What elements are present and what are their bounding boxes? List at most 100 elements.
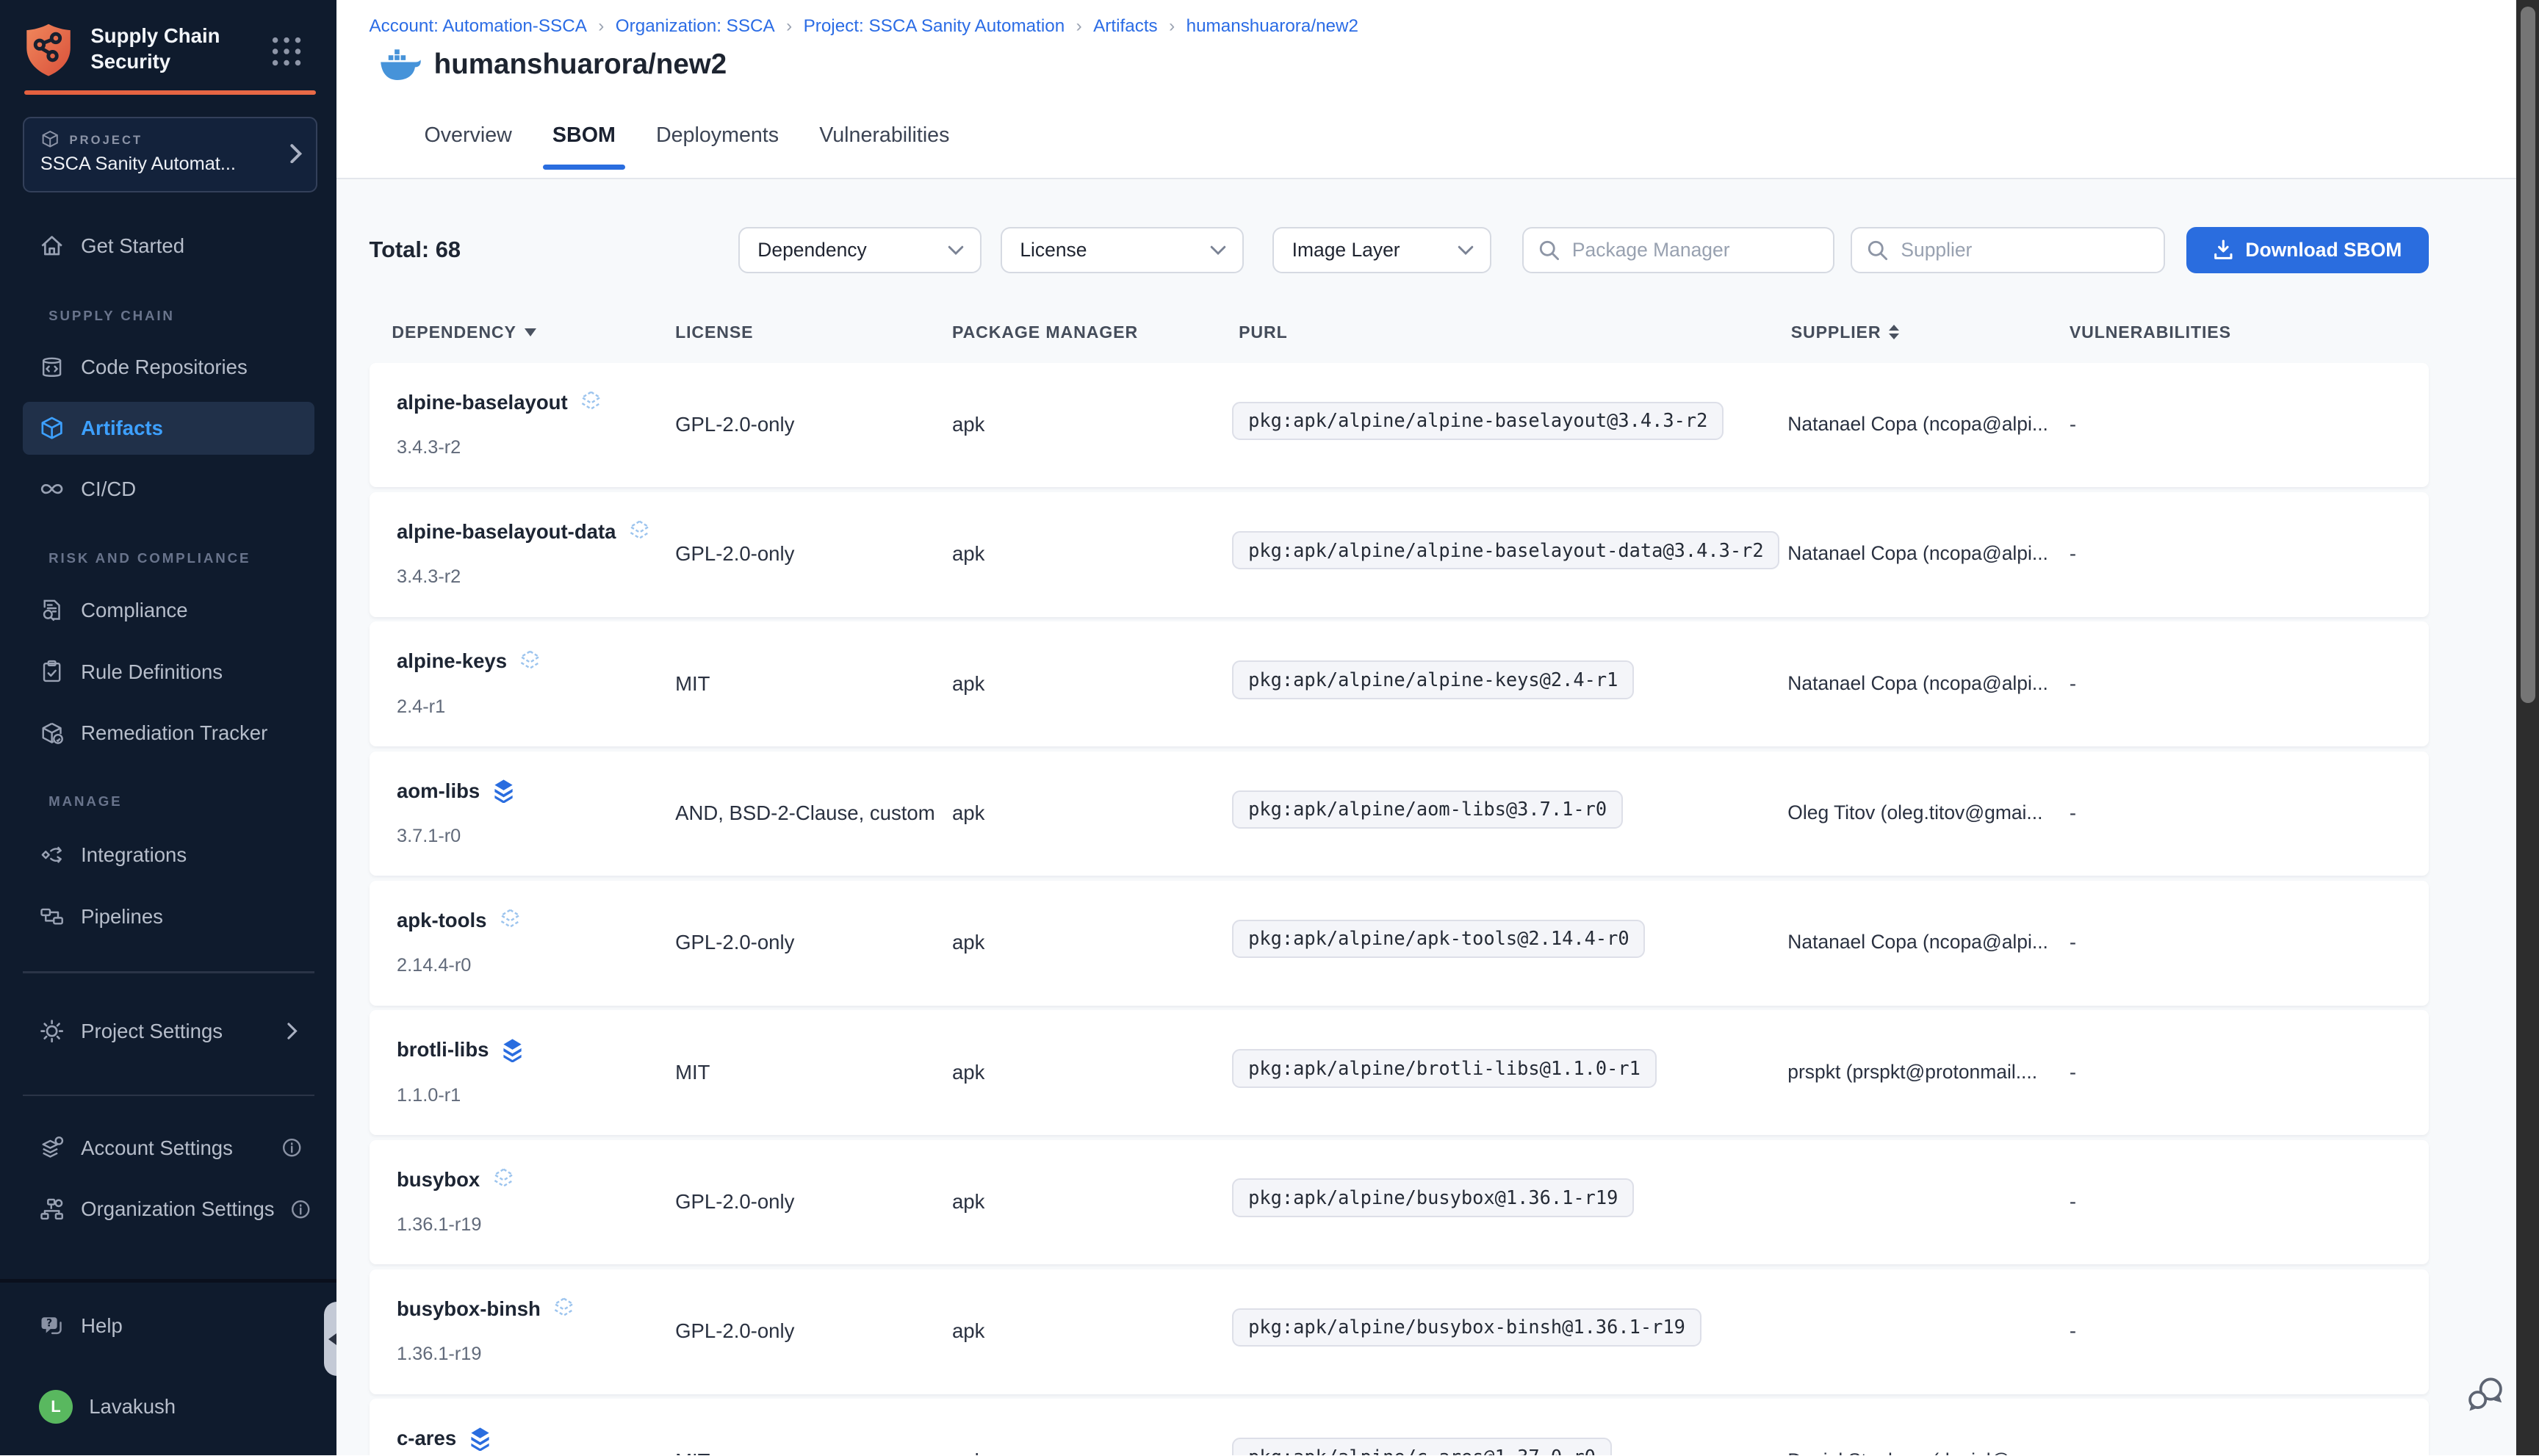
purl-chip[interactable]: pkg:apk/alpine/alpine-keys@2.4-r1 — [1232, 660, 1634, 699]
dependency-name: alpine-keys — [397, 649, 543, 674]
purl-chip[interactable]: pkg:apk/alpine/alpine-baselayout@3.4.3-r… — [1232, 402, 1724, 440]
brand-divider — [24, 90, 316, 95]
vulnerabilities-cell: - — [2070, 1190, 2076, 1214]
package-manager-search-input[interactable] — [1559, 239, 1833, 262]
purl-chip[interactable]: pkg:apk/alpine/alpine-baselayout-data@3.… — [1232, 531, 1779, 569]
table-row[interactable]: alpine-baselayout-data 3.4.3-r2 GPL-2.0-… — [370, 492, 2430, 617]
package-manager-cell: apk — [952, 413, 984, 436]
infinity-icon — [39, 476, 65, 502]
layers-icon — [491, 1167, 516, 1192]
dependency-version: 3.4.3-r2 — [397, 566, 461, 588]
sidebar-item-organization-settings[interactable]: Organization Settings — [23, 1183, 314, 1236]
license-filter-dropdown[interactable]: License — [1001, 227, 1244, 274]
license-cell: GPL-2.0-only — [675, 413, 794, 436]
table-row[interactable]: c-ares MIT apk pkg:apk/alpine/c-ares@ — [370, 1399, 2430, 1455]
purl-chip[interactable]: pkg:apk/alpine/brotli-libs@1.1.0-r1 — [1232, 1049, 1656, 1087]
table-row[interactable]: alpine-keys 2.4-r1 MIT apk pkg:apk/alp — [370, 621, 2430, 746]
code-repository-icon — [39, 355, 65, 381]
info-icon[interactable] — [282, 1138, 301, 1157]
license-cell: GPL-2.0-only — [675, 1319, 794, 1343]
app-window: Supply Chain Security PROJECT SSCA Sanit… — [0, 0, 2539, 1455]
download-sbom-button[interactable]: Download SBOM — [2186, 227, 2430, 274]
remediation-box-icon — [39, 721, 65, 746]
info-icon[interactable] — [291, 1200, 310, 1219]
search-icon — [1538, 239, 1560, 261]
sidebar-section-risk-and-compliance: RISK AND COMPLIANCE — [48, 550, 251, 566]
layers-icon — [498, 908, 522, 932]
layers-icon — [468, 1427, 492, 1451]
project-selector[interactable]: PROJECT SSCA Sanity Automat... — [23, 117, 317, 192]
dependency-name: busybox — [397, 1167, 516, 1192]
column-header-license: LICENSE — [675, 322, 753, 342]
breadcrumb-organization[interactable]: Organization: SSCA — [616, 16, 775, 37]
breadcrumb-separator: › — [1169, 16, 1175, 37]
sidebar-item-label: Organization Settings — [81, 1197, 274, 1221]
sidebar-divider — [23, 971, 314, 973]
page-scrollbar[interactable] — [2516, 0, 2539, 1455]
scrollbar-thumb[interactable] — [2521, 7, 2535, 703]
sidebar-item-compliance[interactable]: Compliance — [23, 585, 314, 637]
supplier-search-input[interactable] — [1888, 239, 2164, 262]
column-header-supplier[interactable]: SUPPLIER — [1791, 322, 1900, 342]
package-manager-search[interactable] — [1522, 227, 1834, 274]
purl-chip[interactable]: pkg:apk/alpine/apk-tools@2.14.4-r0 — [1232, 920, 1645, 958]
sidebar-item-project-settings[interactable]: Project Settings — [23, 1006, 314, 1058]
main-content: Account: Automation-SSCA › Organization:… — [336, 0, 2539, 1455]
supplier-cell: Natanael Copa (ncopa@alpi... — [1787, 542, 2075, 565]
sidebar-item-integrations[interactable]: Integrations — [23, 829, 314, 881]
breadcrumb-separator: › — [598, 16, 604, 37]
breadcrumb-artifacts[interactable]: Artifacts — [1093, 16, 1158, 37]
sidebar-item-help[interactable]: ? Help — [23, 1300, 314, 1352]
chat-support-button[interactable] — [2465, 1373, 2507, 1415]
breadcrumb-account[interactable]: Account: Automation-SSCA — [370, 16, 587, 37]
tab-overview[interactable]: Overview — [424, 123, 511, 170]
page-title: humanshuarora/new2 — [434, 48, 727, 81]
chevron-down-icon — [1458, 245, 1474, 255]
dependency-name: alpine-baselayout-data — [397, 519, 652, 544]
sidebar-item-rule-definitions[interactable]: Rule Definitions — [23, 646, 314, 698]
supplier-search[interactable] — [1851, 227, 2165, 274]
column-header-vulnerabilities: VULNERABILITIES — [2070, 322, 2231, 342]
sidebar-item-get-started[interactable]: Get Started — [23, 220, 314, 273]
sidebar-item-code-repositories[interactable]: Code Repositories — [23, 342, 314, 394]
breadcrumb-project[interactable]: Project: SSCA Sanity Automation — [804, 16, 1065, 37]
user-name: Lavakush — [89, 1395, 176, 1419]
purl-chip[interactable]: pkg:apk/alpine/aom-libs@3.7.1-r0 — [1232, 790, 1623, 829]
sidebar-item-remediation-tracker[interactable]: Remediation Tracker — [23, 707, 314, 760]
sidebar-item-artifacts[interactable]: Artifacts — [23, 402, 314, 455]
image-layer-filter-dropdown[interactable]: Image Layer — [1272, 227, 1491, 274]
dependency-name: busybox-binsh — [397, 1297, 576, 1321]
package-manager-cell: apk — [952, 1190, 984, 1214]
sidebar-item-pipelines[interactable]: Pipelines — [23, 890, 314, 943]
sidebar-item-label: CI/CD — [81, 477, 136, 501]
clipboard-check-icon — [39, 659, 65, 685]
dropdown-value: Dependency — [740, 239, 867, 262]
tab-vulnerabilities[interactable]: Vulnerabilities — [819, 123, 949, 170]
license-cell: GPL-2.0-only — [675, 931, 794, 954]
table-row[interactable]: busybox 1.36.1-r19 GPL-2.0-only apk pk — [370, 1140, 2430, 1265]
table-row[interactable]: brotli-libs 1.1.0-r1 MIT apk pkg:apk/a — [370, 1010, 2430, 1135]
app-grid-icon[interactable] — [270, 35, 303, 68]
purl-chip[interactable]: pkg:apk/alpine/busybox-binsh@1.36.1-r19 — [1232, 1308, 1701, 1347]
breadcrumb-artifact-name[interactable]: humanshuarora/new2 — [1186, 16, 1358, 37]
organization-settings-icon — [39, 1197, 65, 1222]
table-row[interactable]: alpine-baselayout 3.4.3-r2 GPL-2.0-only … — [370, 363, 2430, 488]
sort-descending-icon — [525, 328, 536, 336]
table-row[interactable]: busybox-binsh 1.36.1-r19 GPL-2.0-only ap… — [370, 1269, 2430, 1394]
account-settings-icon — [39, 1135, 65, 1161]
tab-sbom[interactable]: SBOM — [552, 123, 616, 170]
table-row[interactable]: aom-libs 3.7.1-r0 AND, BSD-2-Clause, cus… — [370, 752, 2430, 876]
project-label: PROJECT — [70, 133, 143, 148]
dependency-version: 1.1.0-r1 — [397, 1085, 461, 1106]
purl-chip[interactable]: pkg:apk/alpine/c-ares@1.37.0-r0 — [1232, 1438, 1611, 1455]
column-header-dependency[interactable]: DEPENDENCY — [392, 322, 536, 342]
user-menu[interactable]: L Lavakush — [23, 1381, 314, 1433]
purl-chip[interactable]: pkg:apk/alpine/busybox@1.36.1-r19 — [1232, 1178, 1634, 1217]
table-row[interactable]: apk-tools 2.14.4-r0 GPL-2.0-only apk p — [370, 881, 2430, 1006]
supplier-cell: Daniel Stenberg (daniel@... — [1787, 1449, 2075, 1456]
tab-deployments[interactable]: Deployments — [656, 123, 779, 170]
sidebar-item-cicd[interactable]: CI/CD — [23, 463, 314, 515]
package-manager-cell: apk — [952, 931, 984, 954]
sidebar-item-account-settings[interactable]: Account Settings — [23, 1122, 314, 1174]
dependency-filter-dropdown[interactable]: Dependency — [738, 227, 982, 274]
